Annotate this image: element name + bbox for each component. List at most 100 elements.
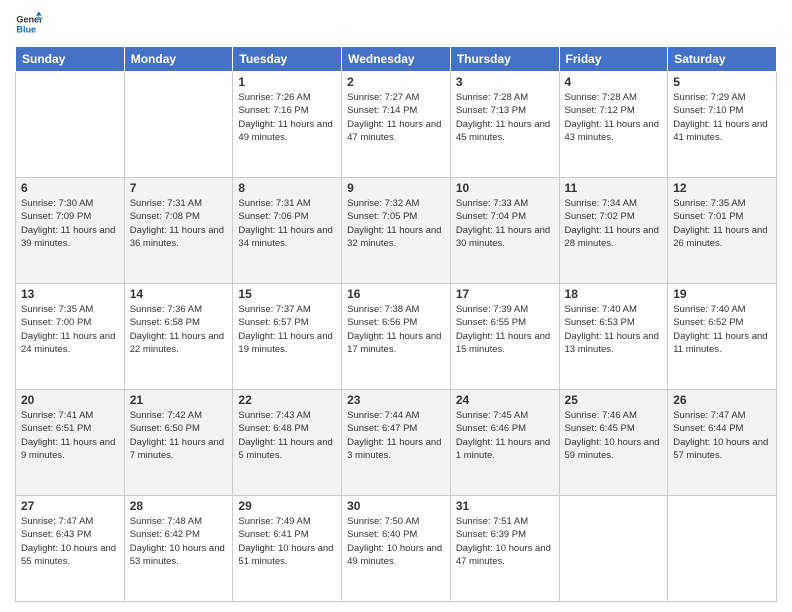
day-cell: 5Sunrise: 7:29 AM Sunset: 7:10 PM Daylig…	[668, 72, 777, 178]
day-cell: 22Sunrise: 7:43 AM Sunset: 6:48 PM Dayli…	[233, 390, 342, 496]
day-number: 2	[347, 75, 445, 89]
day-info: Sunrise: 7:32 AM Sunset: 7:05 PM Dayligh…	[347, 197, 445, 250]
day-number: 27	[21, 499, 119, 513]
day-info: Sunrise: 7:38 AM Sunset: 6:56 PM Dayligh…	[347, 303, 445, 356]
logo: General Blue	[15, 10, 43, 38]
day-number: 24	[456, 393, 554, 407]
day-cell: 4 Sunrise: 7:28 AM Sunset: 7:12 PM Daylig…	[559, 72, 668, 178]
day-number: 1	[238, 75, 336, 89]
weekday-header-row: SundayMondayTuesdayWednesdayThursdayFrid…	[16, 47, 777, 72]
day-number: 19	[673, 287, 771, 301]
day-number: 6	[21, 181, 119, 195]
calendar-page: General Blue SundayMondayTuesdayWednesda…	[0, 0, 792, 612]
day-info: Sunrise: 7:45 AM Sunset: 6:46 PM Dayligh…	[456, 409, 554, 462]
day-number: 7	[130, 181, 228, 195]
day-cell: 8 Sunrise: 7:31 AM Sunset: 7:06 PM Daylig…	[233, 178, 342, 284]
weekday-saturday: Saturday	[668, 47, 777, 72]
weekday-sunday: Sunday	[16, 47, 125, 72]
weekday-monday: Monday	[124, 47, 233, 72]
day-cell: 1 Sunrise: 7:26 AM Sunset: 7:16 PM Daylig…	[233, 72, 342, 178]
day-number: 28	[130, 499, 228, 513]
day-cell: 7 Sunrise: 7:31 AM Sunset: 7:08 PM Daylig…	[124, 178, 233, 284]
day-info: Sunrise: 7:40 AM Sunset: 6:52 PM Dayligh…	[673, 303, 771, 356]
day-info: Sunrise: 7:42 AM Sunset: 6:50 PM Dayligh…	[130, 409, 228, 462]
weekday-thursday: Thursday	[450, 47, 559, 72]
week-row-5: 27 Sunrise: 7:47 AM Sunset: 6:43 PM Dayli…	[16, 496, 777, 602]
day-cell: 21 Sunrise: 7:42 AM Sunset: 6:50 PM Dayli…	[124, 390, 233, 496]
day-info: Sunrise: 7:49 AM Sunset: 6:41 PM Dayligh…	[238, 515, 336, 568]
day-cell	[16, 72, 125, 178]
day-info: Sunrise: 7:30 AM Sunset: 7:09 PM Dayligh…	[21, 197, 119, 250]
day-cell: 17 Sunrise: 7:39 AM Sunset: 6:55 PM Dayli…	[450, 284, 559, 390]
day-number: 31	[456, 499, 554, 513]
day-cell: 18 Sunrise: 7:40 AM Sunset: 6:53 PM Dayli…	[559, 284, 668, 390]
day-info: Sunrise: 7:33 AM Sunset: 7:04 PM Dayligh…	[456, 197, 554, 250]
day-info: Sunrise: 7:40 AM Sunset: 6:53 PM Dayligh…	[565, 303, 663, 356]
day-info: Sunrise: 7:31 AM Sunset: 7:06 PM Dayligh…	[238, 197, 336, 250]
day-number: 8	[238, 181, 336, 195]
day-number: 16	[347, 287, 445, 301]
day-info: Sunrise: 7:36 AM Sunset: 6:58 PM Dayligh…	[130, 303, 228, 356]
day-info: Sunrise: 7:50 AM Sunset: 6:40 PM Dayligh…	[347, 515, 445, 568]
day-number: 23	[347, 393, 445, 407]
day-cell: 14Sunrise: 7:36 AM Sunset: 6:58 PM Dayli…	[124, 284, 233, 390]
day-info: Sunrise: 7:28 AM Sunset: 7:13 PM Dayligh…	[456, 91, 554, 144]
day-cell: 31Sunrise: 7:51 AM Sunset: 6:39 PM Dayli…	[450, 496, 559, 602]
logo-icon: General Blue	[15, 10, 43, 38]
week-row-3: 13 Sunrise: 7:35 AM Sunset: 7:00 PM Dayli…	[16, 284, 777, 390]
day-number: 15	[238, 287, 336, 301]
day-number: 13	[21, 287, 119, 301]
day-number: 3	[456, 75, 554, 89]
day-number: 25	[565, 393, 663, 407]
day-cell: 11 Sunrise: 7:34 AM Sunset: 7:02 PM Dayli…	[559, 178, 668, 284]
day-cell: 13 Sunrise: 7:35 AM Sunset: 7:00 PM Dayli…	[16, 284, 125, 390]
day-info: Sunrise: 7:31 AM Sunset: 7:08 PM Dayligh…	[130, 197, 228, 250]
day-info: Sunrise: 7:44 AM Sunset: 6:47 PM Dayligh…	[347, 409, 445, 462]
day-info: Sunrise: 7:37 AM Sunset: 6:57 PM Dayligh…	[238, 303, 336, 356]
day-info: Sunrise: 7:46 AM Sunset: 6:45 PM Dayligh…	[565, 409, 663, 462]
day-number: 21	[130, 393, 228, 407]
day-number: 20	[21, 393, 119, 407]
day-cell: 29 Sunrise: 7:49 AM Sunset: 6:41 PM Dayli…	[233, 496, 342, 602]
day-cell: 9Sunrise: 7:32 AM Sunset: 7:05 PM Daylig…	[342, 178, 451, 284]
day-info: Sunrise: 7:28 AM Sunset: 7:12 PM Dayligh…	[565, 91, 663, 144]
weekday-wednesday: Wednesday	[342, 47, 451, 72]
day-info: Sunrise: 7:47 AM Sunset: 6:43 PM Dayligh…	[21, 515, 119, 568]
day-info: Sunrise: 7:43 AM Sunset: 6:48 PM Dayligh…	[238, 409, 336, 462]
day-info: Sunrise: 7:39 AM Sunset: 6:55 PM Dayligh…	[456, 303, 554, 356]
day-info: Sunrise: 7:35 AM Sunset: 7:00 PM Dayligh…	[21, 303, 119, 356]
day-number: 12	[673, 181, 771, 195]
day-cell	[668, 496, 777, 602]
week-row-1: 1 Sunrise: 7:26 AM Sunset: 7:16 PM Daylig…	[16, 72, 777, 178]
day-cell: 23 Sunrise: 7:44 AM Sunset: 6:47 PM Dayli…	[342, 390, 451, 496]
day-info: Sunrise: 7:35 AM Sunset: 7:01 PM Dayligh…	[673, 197, 771, 250]
day-number: 4	[565, 75, 663, 89]
day-cell: 20Sunrise: 7:41 AM Sunset: 6:51 PM Dayli…	[16, 390, 125, 496]
day-cell: 10 Sunrise: 7:33 AM Sunset: 7:04 PM Dayli…	[450, 178, 559, 284]
week-row-4: 20Sunrise: 7:41 AM Sunset: 6:51 PM Dayli…	[16, 390, 777, 496]
day-cell: 19 Sunrise: 7:40 AM Sunset: 6:52 PM Dayli…	[668, 284, 777, 390]
day-cell: 27 Sunrise: 7:47 AM Sunset: 6:43 PM Dayli…	[16, 496, 125, 602]
day-info: Sunrise: 7:34 AM Sunset: 7:02 PM Dayligh…	[565, 197, 663, 250]
day-number: 18	[565, 287, 663, 301]
day-number: 26	[673, 393, 771, 407]
day-info: Sunrise: 7:47 AM Sunset: 6:44 PM Dayligh…	[673, 409, 771, 462]
day-cell: 15 Sunrise: 7:37 AM Sunset: 6:57 PM Dayli…	[233, 284, 342, 390]
day-info: Sunrise: 7:48 AM Sunset: 6:42 PM Dayligh…	[130, 515, 228, 568]
day-cell	[124, 72, 233, 178]
day-info: Sunrise: 7:26 AM Sunset: 7:16 PM Dayligh…	[238, 91, 336, 144]
day-cell: 2Sunrise: 7:27 AM Sunset: 7:14 PM Daylig…	[342, 72, 451, 178]
day-number: 11	[565, 181, 663, 195]
day-number: 17	[456, 287, 554, 301]
day-cell: 25 Sunrise: 7:46 AM Sunset: 6:45 PM Dayli…	[559, 390, 668, 496]
week-row-2: 6 Sunrise: 7:30 AM Sunset: 7:09 PM Daylig…	[16, 178, 777, 284]
weekday-friday: Friday	[559, 47, 668, 72]
weekday-tuesday: Tuesday	[233, 47, 342, 72]
day-info: Sunrise: 7:29 AM Sunset: 7:10 PM Dayligh…	[673, 91, 771, 144]
day-cell: 28 Sunrise: 7:48 AM Sunset: 6:42 PM Dayli…	[124, 496, 233, 602]
day-cell: 16 Sunrise: 7:38 AM Sunset: 6:56 PM Dayli…	[342, 284, 451, 390]
day-number: 29	[238, 499, 336, 513]
day-cell	[559, 496, 668, 602]
day-number: 10	[456, 181, 554, 195]
day-number: 30	[347, 499, 445, 513]
